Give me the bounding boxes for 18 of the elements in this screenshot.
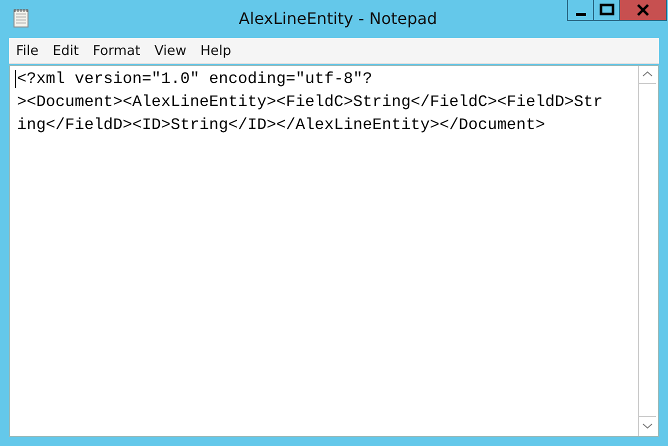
text-line: <?xml version="1.0" encoding="utf-8"?: [17, 69, 374, 90]
minimize-button[interactable]: [567, 0, 594, 21]
text-caret: [15, 70, 16, 88]
text-line: ><Document><AlexLineEntity><FieldC>String</FieldC><FieldD>Str: [17, 92, 604, 113]
minimize-icon: [576, 13, 586, 16]
text-area[interactable]: <?xml version="1.0" encoding="utf-8"? ><Document><AlexLineEntity><FieldC>String</FieldC><FieldD>Str ing</FieldD><ID>String</ID></AlexLineEntity></Document>: [9, 65, 659, 437]
menu-item[interactable]: Help: [193, 42, 238, 58]
close-button[interactable]: [619, 0, 668, 21]
text-line: ing</FieldD><ID>String</ID></AlexLineEntity></Document>: [17, 115, 546, 136]
notepad-icon: [13, 8, 29, 28]
scrollbar[interactable]: [638, 66, 656, 436]
window-title: AlexLineEntity - Notepad: [238, 8, 438, 28]
close-icon: [636, 3, 650, 17]
menu-item[interactable]: View: [147, 42, 194, 58]
menu-item[interactable]: File: [9, 42, 46, 58]
menu-item[interactable]: Format: [86, 42, 148, 58]
menu-item[interactable]: Edit: [46, 42, 86, 58]
maximize-icon: [598, 3, 615, 17]
